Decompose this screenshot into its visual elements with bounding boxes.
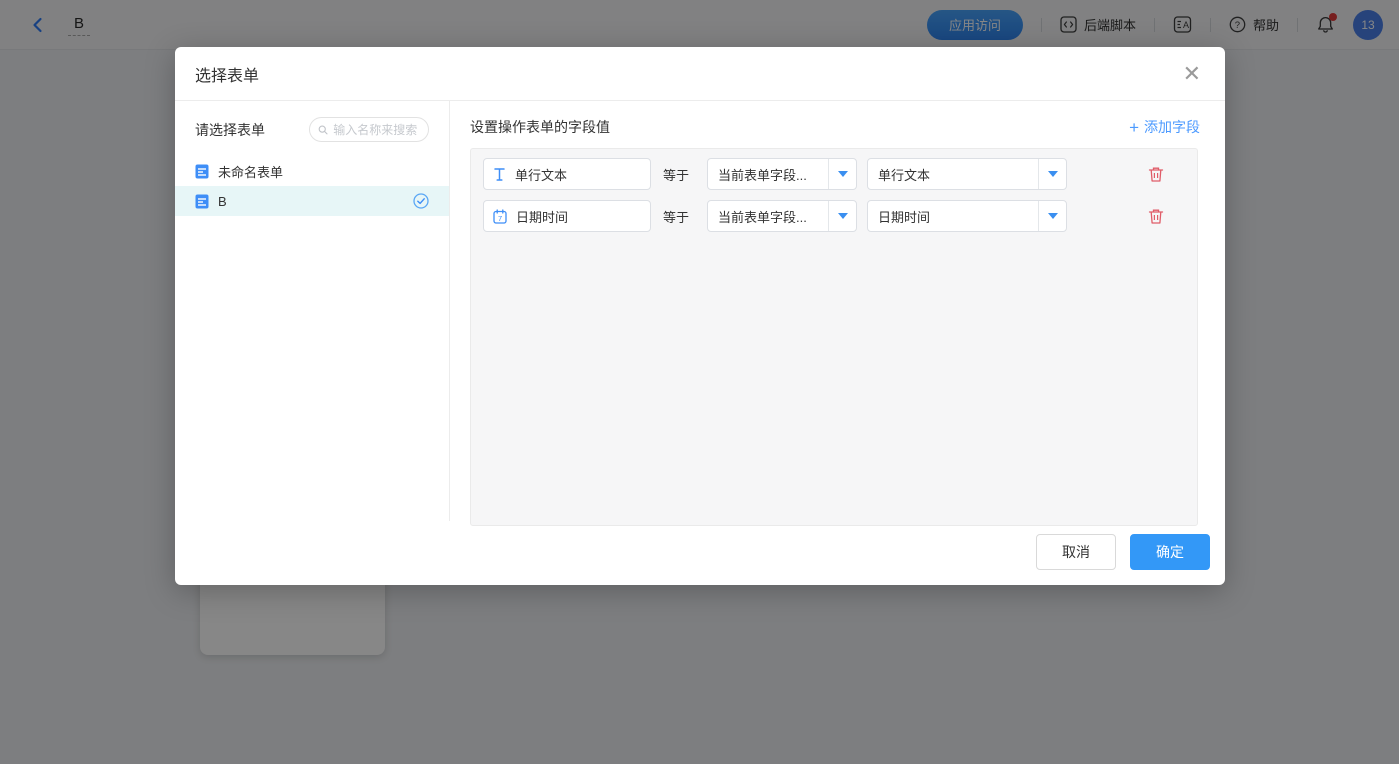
dialog-title: 选择表单 xyxy=(195,62,259,86)
form-icon xyxy=(195,194,209,209)
text-field-icon xyxy=(493,167,506,182)
source-dropdown[interactable]: 当前表单字段... xyxy=(707,158,857,190)
chevron-down-icon xyxy=(1038,159,1066,189)
form-list-pane: 请选择表单 xyxy=(175,101,450,521)
page: B 应用访问 后端脚本 A xyxy=(0,0,1399,764)
value-dropdown-value: 日期时间 xyxy=(868,201,1038,231)
field-settings-title: 设置操作表单的字段值 xyxy=(470,117,610,137)
form-item-label: B xyxy=(218,194,227,209)
dialog-footer: 取消 确定 xyxy=(175,521,1225,570)
value-dropdown[interactable]: 日期时间 xyxy=(867,200,1067,232)
trash-icon xyxy=(1148,166,1164,183)
value-dropdown[interactable]: 单行文本 xyxy=(867,158,1067,190)
form-list-label: 请选择表单 xyxy=(195,120,265,140)
trash-icon xyxy=(1148,208,1164,225)
form-item-unnamed[interactable]: 未命名表单 xyxy=(175,156,449,186)
operator-label: 等于 xyxy=(663,165,689,184)
dialog-header: 选择表单 ✕ xyxy=(175,47,1225,101)
operator-label: 等于 xyxy=(663,207,689,226)
chevron-down-icon xyxy=(828,201,856,231)
search-icon xyxy=(318,124,328,136)
form-search-input[interactable] xyxy=(333,123,420,137)
cancel-button[interactable]: 取消 xyxy=(1036,534,1116,570)
form-item-b[interactable]: B xyxy=(175,186,449,216)
source-dropdown[interactable]: 当前表单字段... xyxy=(707,200,857,232)
value-dropdown-value: 单行文本 xyxy=(868,159,1038,189)
selected-check-icon xyxy=(413,193,429,209)
source-dropdown-value: 当前表单字段... xyxy=(708,159,828,189)
delete-row-button[interactable] xyxy=(1148,166,1164,183)
form-search[interactable] xyxy=(309,117,429,142)
chevron-down-icon xyxy=(828,159,856,189)
field-rows-panel: 单行文本 等于 当前表单字段... 单行文本 xyxy=(470,148,1198,526)
delete-row-button[interactable] xyxy=(1148,208,1164,225)
svg-text:7: 7 xyxy=(498,214,502,223)
close-icon[interactable]: ✕ xyxy=(1179,59,1205,89)
field-select-datetime[interactable]: 7 日期时间 xyxy=(483,200,651,232)
form-item-label: 未命名表单 xyxy=(218,162,283,181)
add-field-label: 添加字段 xyxy=(1144,117,1200,137)
confirm-button[interactable]: 确定 xyxy=(1130,534,1210,570)
datetime-icon: 7 xyxy=(493,209,507,224)
dialog-body: 请选择表单 xyxy=(175,101,1225,521)
add-field-button[interactable]: + 添加字段 xyxy=(1129,117,1200,137)
chevron-down-icon xyxy=(1038,201,1066,231)
source-dropdown-value: 当前表单字段... xyxy=(708,201,828,231)
form-list: 未命名表单 B xyxy=(175,156,449,216)
field-settings-pane: 设置操作表单的字段值 + 添加字段 xyxy=(450,101,1225,521)
plus-icon: + xyxy=(1129,119,1139,136)
field-row: 单行文本 等于 当前表单字段... 单行文本 xyxy=(483,158,1197,190)
field-row: 7 日期时间 等于 当前表单字段... 日期时间 xyxy=(483,200,1197,232)
field-select-text[interactable]: 单行文本 xyxy=(483,158,651,190)
select-form-dialog: 选择表单 ✕ 请选择表单 xyxy=(175,47,1225,585)
form-icon xyxy=(195,164,209,179)
field-name: 单行文本 xyxy=(515,165,567,184)
field-name: 日期时间 xyxy=(516,207,568,226)
